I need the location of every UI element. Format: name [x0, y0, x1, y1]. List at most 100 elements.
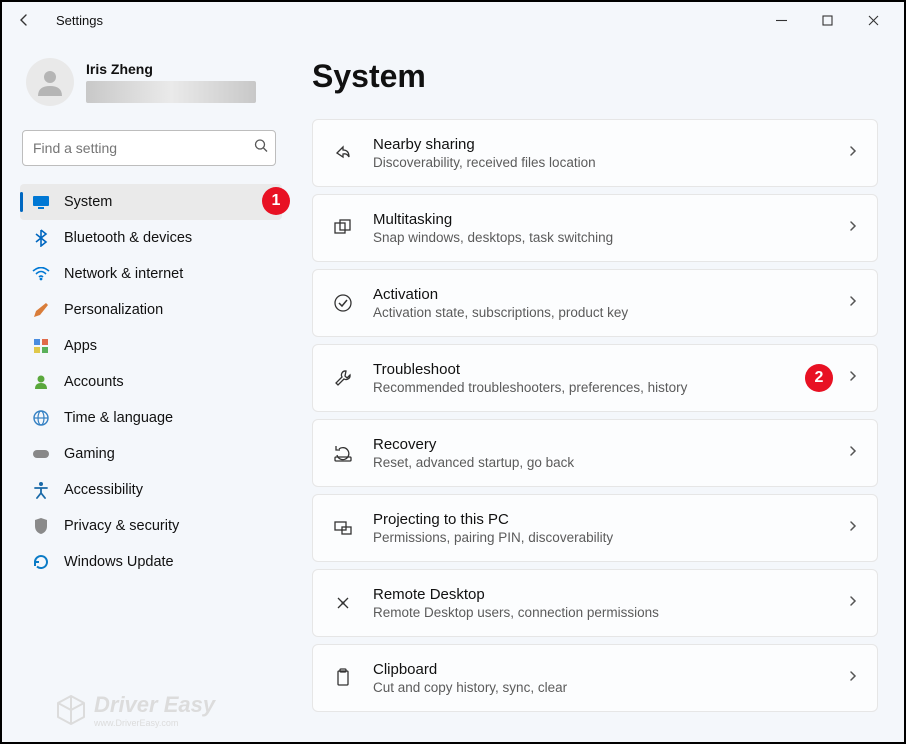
- chevron-right-icon: [847, 594, 859, 612]
- main: System Nearby sharing Discoverability, r…: [282, 38, 886, 729]
- brush-icon: [32, 301, 50, 319]
- search-input[interactable]: [22, 130, 276, 166]
- sidebar-item-personalization[interactable]: Personalization: [20, 292, 282, 328]
- card-text: Multitasking Snap windows, desktops, tas…: [373, 211, 613, 245]
- sidebar-item-gaming[interactable]: Gaming: [20, 436, 282, 472]
- nav-list: System1 Bluetooth & devices Network & inte…: [20, 184, 282, 580]
- card-title: Projecting to this PC: [373, 511, 613, 528]
- chevron-right-icon: [847, 144, 859, 162]
- sidebar: Iris Zheng System1 Bluetooth & devices Net…: [20, 38, 282, 729]
- back-button[interactable]: [10, 6, 38, 34]
- sidebar-item-network-internet[interactable]: Network & internet: [20, 256, 282, 292]
- update-icon: [32, 553, 50, 571]
- sidebar-item-label: Network & internet: [64, 266, 183, 282]
- chevron-right-icon: [847, 294, 859, 312]
- window-controls: [758, 5, 896, 35]
- chevron-right-icon: [847, 669, 859, 687]
- card-projecting-to-this-pc[interactable]: Projecting to this PC Permissions, pairi…: [312, 494, 878, 562]
- bluetooth-icon: [32, 229, 50, 247]
- card-title: Activation: [373, 286, 628, 303]
- profile[interactable]: Iris Zheng: [20, 58, 282, 106]
- avatar: [26, 58, 74, 106]
- chevron-right-icon: [847, 519, 859, 537]
- sidebar-item-label: Accessibility: [64, 482, 143, 498]
- card-title: Recovery: [373, 436, 574, 453]
- card-desc: Cut and copy history, sync, clear: [373, 680, 567, 695]
- card-text: Recovery Reset, advanced startup, go bac…: [373, 436, 574, 470]
- card-text: Projecting to this PC Permissions, pairi…: [373, 511, 613, 545]
- project-icon: [331, 516, 355, 540]
- card-title: Troubleshoot: [373, 361, 687, 378]
- card-remote-desktop[interactable]: Remote Desktop Remote Desktop users, con…: [312, 569, 878, 637]
- search-wrap: [20, 130, 282, 166]
- sidebar-item-apps[interactable]: Apps: [20, 328, 282, 364]
- wifi-icon: [32, 265, 50, 283]
- minimize-button[interactable]: [758, 5, 804, 35]
- sidebar-item-label: Privacy & security: [64, 518, 179, 534]
- remote-icon: [331, 591, 355, 615]
- maximize-button[interactable]: [804, 5, 850, 35]
- sidebar-item-accounts[interactable]: Accounts: [20, 364, 282, 400]
- card-desc: Snap windows, desktops, task switching: [373, 230, 613, 245]
- card-troubleshoot[interactable]: Troubleshoot Recommended troubleshooters…: [312, 344, 878, 412]
- profile-email-masked: [86, 81, 256, 103]
- card-multitasking[interactable]: Multitasking Snap windows, desktops, tas…: [312, 194, 878, 262]
- sidebar-item-label: Gaming: [64, 446, 115, 462]
- card-text: Activation Activation state, subscriptio…: [373, 286, 628, 320]
- sidebar-item-label: System: [64, 194, 112, 210]
- minimize-icon: [776, 15, 787, 26]
- arrow-left-icon: [16, 12, 32, 28]
- shield-icon: [32, 517, 50, 535]
- card-desc: Activation state, subscriptions, product…: [373, 305, 628, 320]
- person-icon: [32, 373, 50, 391]
- card-text: Troubleshoot Recommended troubleshooters…: [373, 361, 687, 395]
- card-title: Multitasking: [373, 211, 613, 228]
- card-recovery[interactable]: Recovery Reset, advanced startup, go bac…: [312, 419, 878, 487]
- accessibility-icon: [32, 481, 50, 499]
- card-desc: Reset, advanced startup, go back: [373, 455, 574, 470]
- card-activation[interactable]: Activation Activation state, subscriptio…: [312, 269, 878, 337]
- chevron-right-icon: [847, 444, 859, 462]
- card-title: Remote Desktop: [373, 586, 659, 603]
- sidebar-item-windows-update[interactable]: Windows Update: [20, 544, 282, 580]
- sidebar-item-bluetooth-devices[interactable]: Bluetooth & devices: [20, 220, 282, 256]
- gamepad-icon: [32, 445, 50, 463]
- sidebar-item-privacy-security[interactable]: Privacy & security: [20, 508, 282, 544]
- profile-name: Iris Zheng: [86, 61, 256, 77]
- close-icon: [868, 15, 879, 26]
- settings-list[interactable]: Nearby sharing Discoverability, received…: [312, 119, 886, 729]
- close-button[interactable]: [850, 5, 896, 35]
- sidebar-item-accessibility[interactable]: Accessibility: [20, 472, 282, 508]
- wrench-icon: [331, 366, 355, 390]
- page-title: System: [312, 58, 886, 95]
- annotation-marker-2: 2: [805, 364, 833, 392]
- sidebar-item-label: Windows Update: [64, 554, 174, 570]
- check-circle-icon: [331, 291, 355, 315]
- card-desc: Permissions, pairing PIN, discoverabilit…: [373, 530, 613, 545]
- clipboard-icon: [331, 666, 355, 690]
- annotation-marker-1: 1: [262, 187, 290, 215]
- globe-icon: [32, 409, 50, 427]
- card-title: Clipboard: [373, 661, 567, 678]
- card-text: Remote Desktop Remote Desktop users, con…: [373, 586, 659, 620]
- profile-text: Iris Zheng: [86, 61, 256, 103]
- card-desc: Discoverability, received files location: [373, 155, 596, 170]
- card-desc: Recommended troubleshooters, preferences…: [373, 380, 687, 395]
- grid-icon: [32, 337, 50, 355]
- sidebar-item-label: Time & language: [64, 410, 173, 426]
- share-icon: [331, 141, 355, 165]
- chevron-right-icon: [847, 219, 859, 237]
- card-text: Clipboard Cut and copy history, sync, cl…: [373, 661, 567, 695]
- sidebar-item-time-language[interactable]: Time & language: [20, 400, 282, 436]
- recovery-icon: [331, 441, 355, 465]
- card-clipboard[interactable]: Clipboard Cut and copy history, sync, cl…: [312, 644, 878, 712]
- sidebar-item-system[interactable]: System1: [20, 184, 282, 220]
- titlebar: Settings: [2, 2, 904, 38]
- sidebar-item-label: Personalization: [64, 302, 163, 318]
- sidebar-item-label: Apps: [64, 338, 97, 354]
- maximize-icon: [822, 15, 833, 26]
- sidebar-item-label: Accounts: [64, 374, 124, 390]
- card-text: Nearby sharing Discoverability, received…: [373, 136, 596, 170]
- sidebar-item-label: Bluetooth & devices: [64, 230, 192, 246]
- card-nearby-sharing[interactable]: Nearby sharing Discoverability, received…: [312, 119, 878, 187]
